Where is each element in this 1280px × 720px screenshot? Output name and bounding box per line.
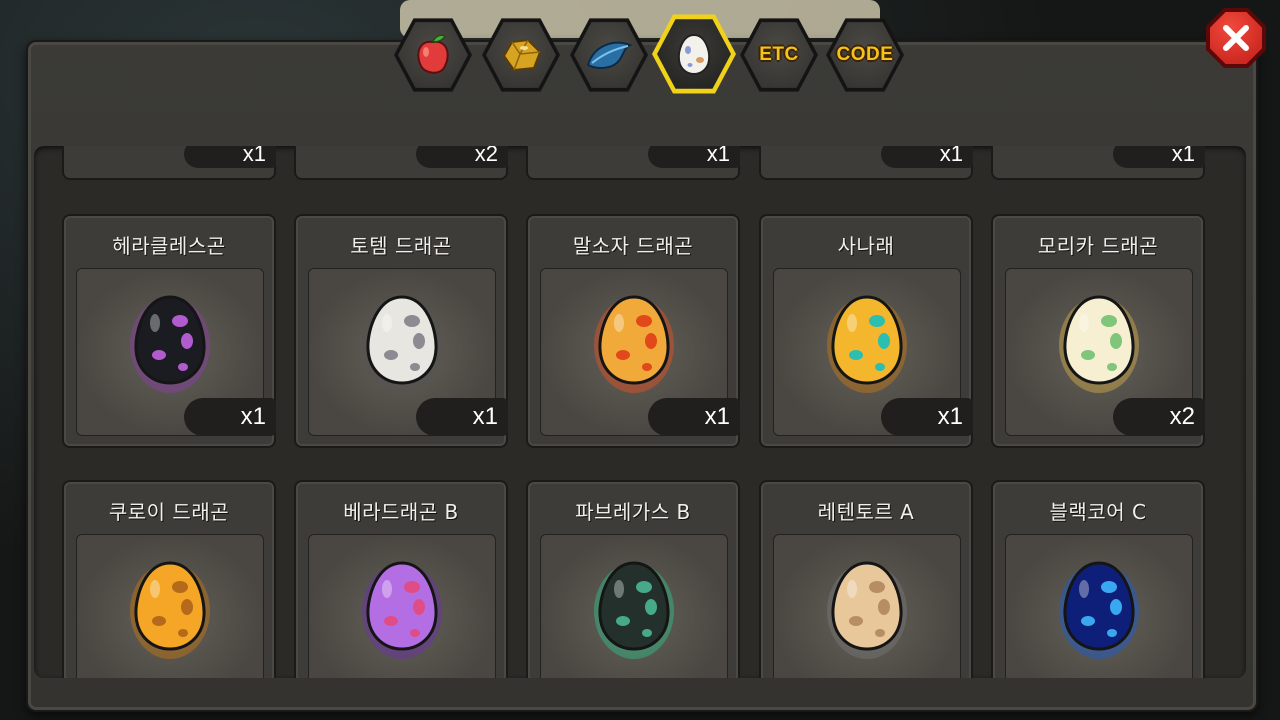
item-quantity: x2 — [416, 146, 508, 168]
tab-fruit[interactable] — [394, 18, 472, 92]
item-quantity: x1 — [1113, 146, 1205, 168]
dragon-egg-icon — [1059, 561, 1139, 659]
item-name: 파브레가스 B — [575, 500, 691, 524]
item-name: 사나래 — [837, 234, 895, 258]
item-name: 모리카 드래곤 — [1037, 234, 1159, 258]
dragon-egg-icon — [827, 561, 907, 659]
item-quantity: x1 — [184, 398, 276, 436]
tab-gold[interactable] — [482, 18, 560, 92]
item-quantity: x1 — [184, 146, 276, 168]
item-quantity: x1 — [881, 146, 973, 168]
item-name: 블랙코어 C — [1049, 500, 1147, 524]
item-name: 베라드래곤 B — [343, 500, 459, 524]
tab-feather[interactable] — [570, 18, 648, 92]
tab-egg[interactable] — [652, 14, 736, 94]
item-card[interactable]: 토템 드래곤 x1 — [294, 214, 508, 448]
tab-code-label: CODE — [836, 44, 894, 65]
egg-icon — [677, 33, 711, 76]
item-card-partial[interactable]: x1 — [991, 146, 1205, 180]
item-name: 토템 드래곤 — [350, 234, 452, 258]
item-card[interactable]: 블랙코어 C — [991, 480, 1205, 678]
item-name: 헤라클레스곤 — [112, 234, 226, 258]
tab-etc[interactable]: ETC — [740, 18, 818, 92]
item-card[interactable]: 파브레가스 B — [526, 480, 740, 678]
dragon-egg-icon — [362, 295, 442, 393]
category-tabs: ETC CODE — [394, 10, 914, 94]
item-card-partial[interactable]: x1 — [526, 146, 740, 180]
blue-feather-icon — [586, 41, 633, 69]
item-card[interactable]: 헤라클레스곤 x1 — [62, 214, 276, 448]
item-image — [76, 534, 264, 678]
item-quantity: x2 — [1113, 398, 1205, 436]
dragon-egg-icon — [827, 295, 907, 393]
gold-nugget-icon — [502, 38, 542, 72]
item-card-partial[interactable]: x1 — [759, 146, 973, 180]
item-name: 쿠로이 드래곤 — [108, 500, 230, 524]
item-card-partial[interactable]: x1 — [62, 146, 276, 180]
red-fruit-icon — [417, 34, 449, 74]
item-image — [540, 534, 728, 678]
dragon-egg-icon — [594, 561, 674, 659]
dragon-egg-icon — [1059, 295, 1139, 393]
item-quantity: x1 — [416, 398, 508, 436]
item-quantity: x1 — [881, 398, 973, 436]
item-image — [308, 534, 496, 678]
item-card[interactable]: 레텐토르 A — [759, 480, 973, 678]
item-card[interactable]: 모리카 드래곤 x2 — [991, 214, 1205, 448]
item-quantity: x1 — [648, 146, 740, 168]
item-card[interactable]: 사나래 x1 — [759, 214, 973, 448]
item-name: 말소자 드래곤 — [572, 234, 694, 258]
dragon-egg-icon — [594, 295, 674, 393]
item-card[interactable]: 베라드래곤 B — [294, 480, 508, 678]
item-card[interactable]: 말소자 드래곤 x1 — [526, 214, 740, 448]
tab-code[interactable]: CODE — [826, 18, 904, 92]
item-grid[interactable]: x1 x2 x1 x1 x1 헤라클레스곤 x1 토템 드래곤 x1 말소자 드… — [34, 146, 1246, 678]
item-image — [1005, 534, 1193, 678]
dragon-egg-icon — [362, 561, 442, 659]
item-quantity: x1 — [648, 398, 740, 436]
item-card[interactable]: 쿠로이 드래곤 — [62, 480, 276, 678]
close-button[interactable] — [1206, 8, 1266, 68]
dragon-egg-icon — [130, 561, 210, 659]
item-card-partial[interactable]: x2 — [294, 146, 508, 180]
item-name: 레텐토르 A — [817, 500, 915, 524]
tab-etc-label: ETC — [759, 44, 799, 65]
close-icon — [1223, 25, 1249, 51]
dragon-egg-icon — [130, 295, 210, 393]
item-image — [773, 534, 961, 678]
